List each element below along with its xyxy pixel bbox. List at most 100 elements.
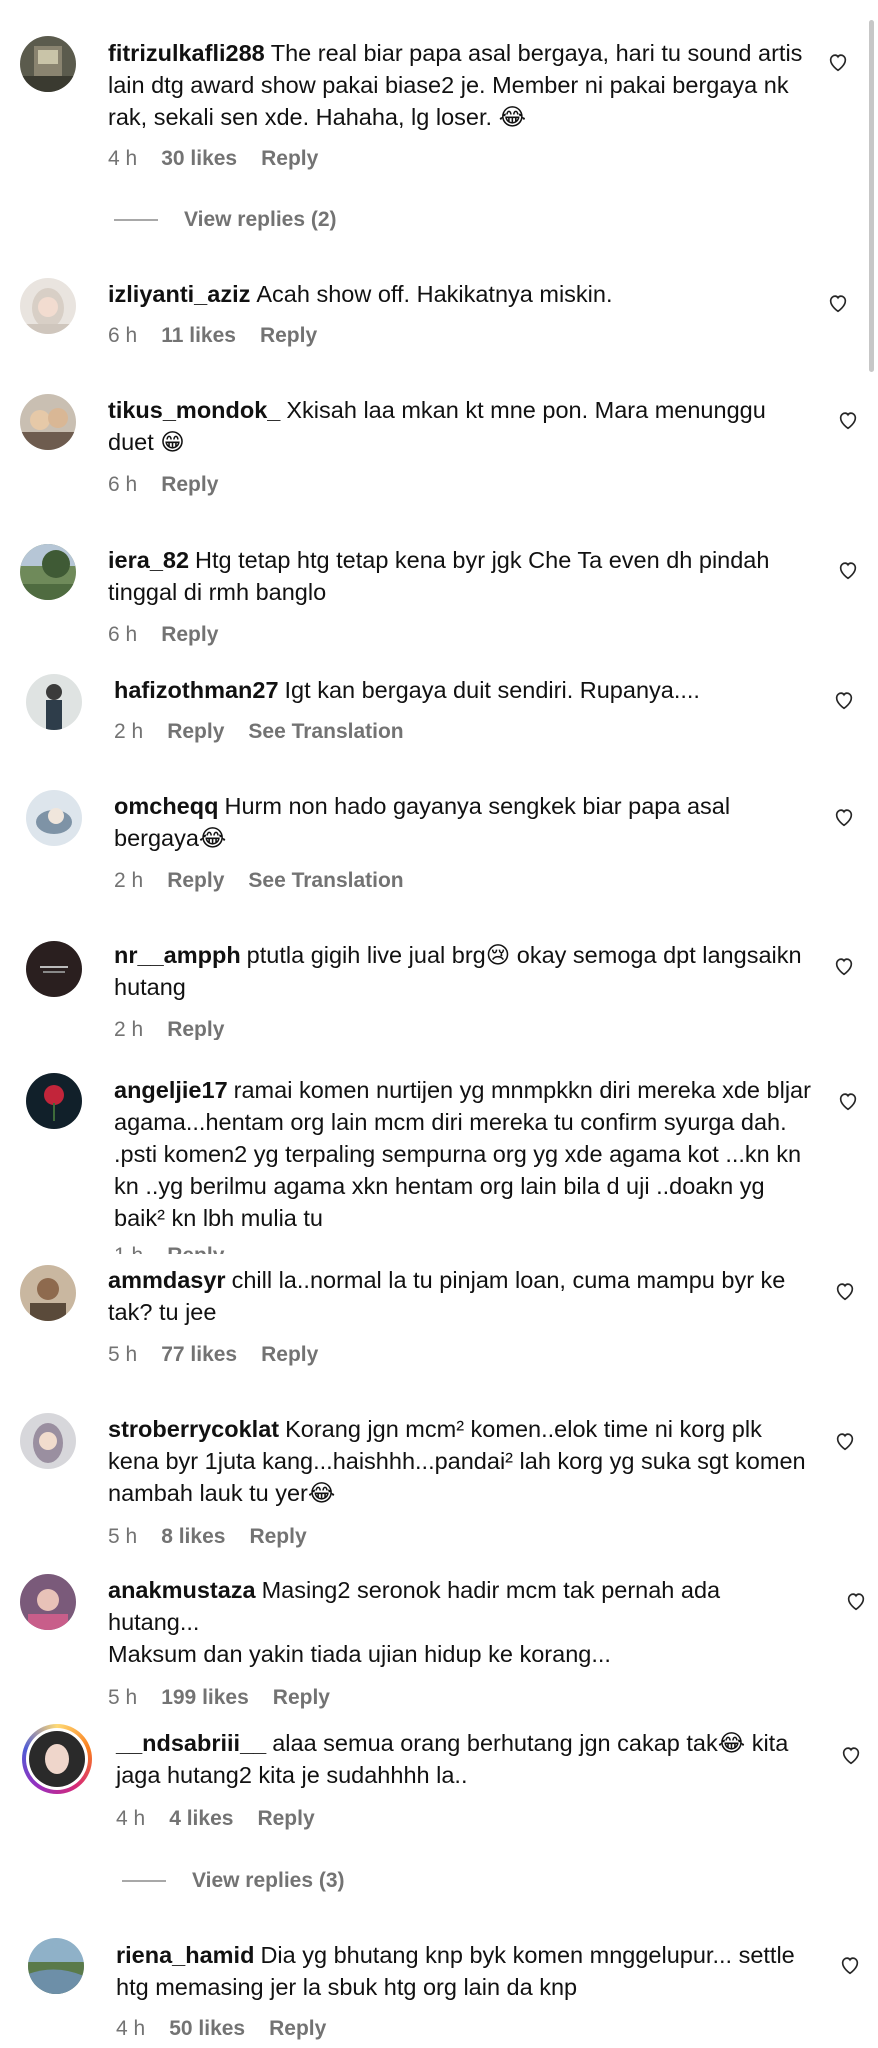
comment-meta: 5 h 77 likes Reply [108,1343,342,1367]
avatar[interactable] [20,394,76,450]
heart-outline-icon[interactable] [833,955,855,977]
likes-count[interactable]: 8 likes [161,1525,225,1548]
heart-outline-icon[interactable] [833,689,855,711]
see-translation-button[interactable]: See Translation [248,720,403,743]
comment-meta: 6 h 11 likes Reply [108,324,341,348]
avatar[interactable] [20,36,76,92]
comment-time: 2 h [114,720,144,743]
heart-outline-icon[interactable] [834,1280,856,1302]
reply-button[interactable]: Reply [167,1018,224,1041]
reply-button[interactable]: Reply [261,1343,318,1366]
avatar[interactable] [20,1265,76,1321]
likes-count[interactable]: 30 likes [161,147,237,170]
avatar[interactable] [26,941,82,997]
heart-outline-icon[interactable] [845,1590,867,1612]
comment-meta: 5 h 8 likes Reply [108,1525,331,1549]
comment-meta: 2 h Reply [114,1018,248,1042]
heart-outline-icon[interactable] [827,292,849,314]
comment-body: nr__ampph ptutla gigih live jual brg😢 oka… [114,939,814,1003]
comment-time: 5 h [108,1525,138,1548]
avatar[interactable] [26,1073,82,1129]
comment-username[interactable]: iera_82 [108,547,189,573]
reply-button[interactable]: Reply [269,2017,326,2040]
comment-time: 6 h [108,473,138,496]
comment-time: 4 h [108,147,138,170]
comment-username[interactable]: nr__ampph [114,942,241,968]
reply-button[interactable]: Reply [257,1807,314,1830]
view-replies-label: View replies (3) [192,1869,345,1892]
comment-username[interactable]: hafizothman27 [114,677,279,703]
comment-time: 6 h [108,324,138,347]
comment-text: Htg tetap htg tetap kena byr jgk Che Ta … [108,547,770,605]
comment-body: izliyanti_aziz Acah show off. Hakikatnya … [108,278,808,310]
avatar[interactable] [20,1574,76,1630]
reply-button[interactable]: Reply [161,473,218,496]
comment-body: ammdasyr chill la..normal la tu pinjam lo… [108,1264,808,1328]
likes-count[interactable]: 50 likes [169,2017,245,2040]
reply-button[interactable]: Reply [249,1525,306,1548]
comment-username[interactable]: fitrizulkafli288 [108,40,265,66]
heart-outline-icon[interactable] [833,806,855,828]
comment-username[interactable]: riena_hamid [116,1942,254,1968]
comment-time: 2 h [114,869,144,892]
reply-button[interactable]: Reply [167,720,224,743]
comment-body: stroberrycoklat Korang jgn mcm² komen..el… [108,1413,808,1509]
heart-outline-icon[interactable] [837,409,859,431]
comment-meta: 4 h 30 likes Reply [108,147,342,171]
heart-outline-icon[interactable] [839,1954,861,1976]
likes-count[interactable]: 199 likes [161,1686,249,1709]
heart-outline-icon[interactable] [827,51,849,73]
avatar[interactable] [26,674,82,730]
reply-button[interactable]: Reply [167,869,224,892]
likes-count[interactable]: 77 likes [161,1343,237,1366]
comment-username[interactable]: __ndsabriii__ [116,1730,266,1756]
comment-body: angeljie17 ramai komen nurtijen yg mnmpkk… [114,1074,814,1234]
comment-body: riena_hamid Dia yg bhutang knp byk komen … [116,1939,816,2003]
comment-text: Igt kan bergaya duit sendiri. Rupanya...… [284,677,700,703]
divider-line [114,219,158,222]
heart-outline-icon[interactable] [837,1090,859,1112]
view-replies-button[interactable]: View replies (3) [122,1869,345,1893]
view-replies-button[interactable]: View replies (2) [114,208,337,232]
divider-line [122,1880,166,1883]
comment-time: 5 h [108,1343,138,1366]
comment-body: fitrizulkafli288 The real biar papa asal … [108,37,808,133]
comment-body: omcheqq Hurm non hado gayanya sengkek bia… [114,790,814,854]
view-replies-label: View replies (2) [184,208,337,231]
comment-meta: 4 h 50 likes Reply [116,2017,350,2041]
comment-body: __ndsabriii__ alaa semua orang berhutang … [116,1727,816,1791]
avatar[interactable] [28,1938,84,1994]
comment-username[interactable]: ammdasyr [108,1267,226,1293]
comment-meta: 5 h 199 likes Reply [108,1686,354,1710]
heart-outline-icon[interactable] [834,1430,856,1452]
comment-body: tikus_mondok_ Xkisah laa mkan kt mne pon.… [108,394,808,458]
reply-button[interactable]: Reply [273,1686,330,1709]
avatar-story-ring[interactable] [22,1724,92,1794]
comment-meta: 4 h 4 likes Reply [116,1807,339,1831]
comment-meta: 2 h Reply See Translation [114,869,428,893]
comment-text: Acah show off. Hakikatnya miskin. [256,281,613,307]
heart-outline-icon[interactable] [840,1744,862,1766]
likes-count[interactable]: 4 likes [169,1807,233,1830]
avatar[interactable] [20,278,76,334]
comment-username[interactable]: tikus_mondok_ [108,397,280,423]
comment-username[interactable]: anakmustaza [108,1577,256,1603]
comment-username[interactable]: angeljie17 [114,1077,228,1103]
heart-outline-icon[interactable] [837,559,859,581]
likes-count[interactable]: 11 likes [161,324,236,347]
comment-time: 2 h [114,1018,144,1041]
comment-meta: 6 h Reply [108,473,242,497]
see-translation-button[interactable]: See Translation [248,869,403,892]
comment-username[interactable]: stroberrycoklat [108,1416,279,1442]
avatar[interactable] [20,1413,76,1469]
comment-meta: 2 h Reply See Translation [114,720,428,744]
reply-button[interactable]: Reply [261,147,318,170]
reply-button[interactable]: Reply [161,623,218,646]
comment-meta: 6 h Reply [108,623,242,647]
avatar[interactable] [20,544,76,600]
comment-username[interactable]: izliyanti_aziz [108,281,250,307]
comment-username[interactable]: omcheqq [114,793,218,819]
scrollbar[interactable] [869,20,874,372]
reply-button[interactable]: Reply [260,324,317,347]
avatar[interactable] [26,790,82,846]
